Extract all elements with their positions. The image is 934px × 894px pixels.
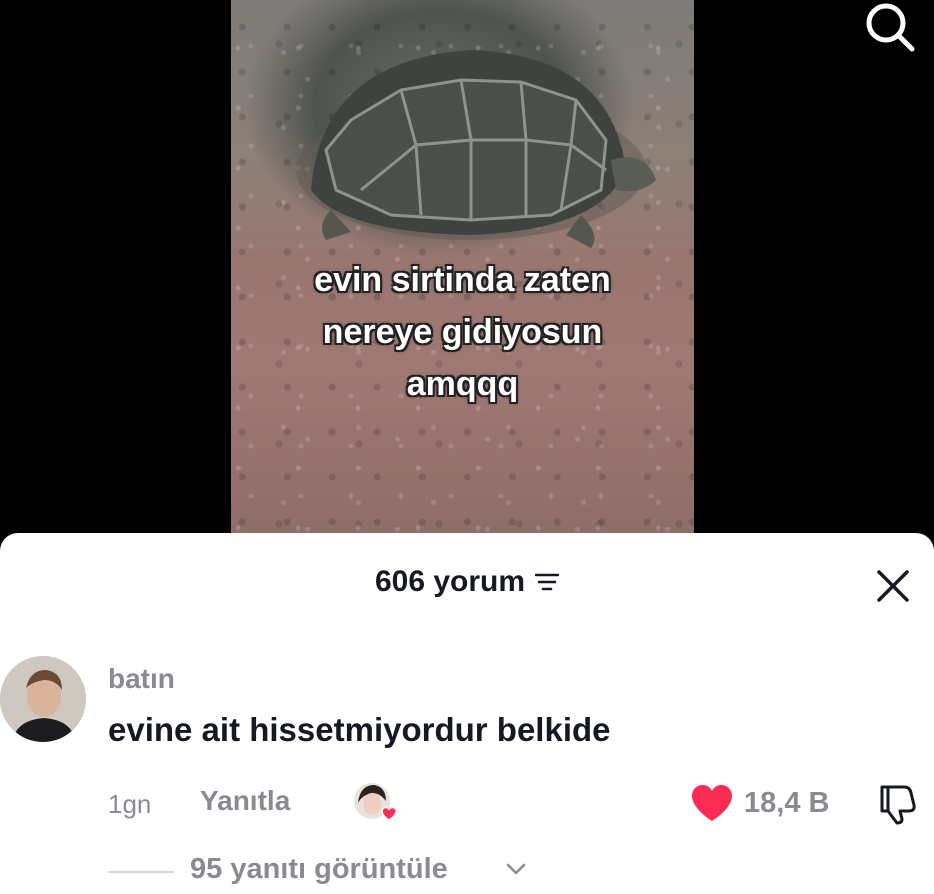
comment-text: evine ait hissetmiyordur belkide	[108, 711, 611, 748]
turtle-image	[296, 50, 656, 248]
video-frame[interactable]: evin sirtinda zaten nereye gidiyosun amq…	[231, 0, 694, 533]
heart-icon	[692, 785, 732, 821]
video-player[interactable]: evin sirtinda zaten nereye gidiyosun amq…	[0, 0, 934, 533]
like-button[interactable]: 18,4 B	[690, 783, 829, 823]
comment-count: 606 yorum	[374, 565, 526, 598]
comment-time: 1gn	[108, 789, 152, 819]
comment-username[interactable]: batın	[108, 663, 175, 695]
caption-line: amqqq	[406, 365, 519, 403]
chevron-down-icon	[506, 863, 526, 875]
close-icon[interactable]	[874, 567, 912, 605]
dislike-icon[interactable]	[874, 781, 918, 825]
comment-actions: 1gn Yanıtla 18,4 B	[0, 781, 934, 825]
replies-divider	[108, 871, 174, 873]
caption-line: nereye gidiyosun	[322, 313, 603, 351]
caption-line: evin sirtinda zaten	[314, 261, 611, 299]
avatar-image	[0, 656, 86, 742]
reply-button[interactable]: Yanıtla	[200, 785, 290, 817]
sort-icon	[535, 573, 560, 591]
view-replies-row[interactable]: 95 yanıtı görüntüle	[0, 851, 934, 891]
comments-header: 606 yorum	[0, 565, 934, 605]
view-replies-button[interactable]: 95 yanıtı görüntüle	[190, 853, 448, 886]
avatar[interactable]	[0, 656, 86, 742]
search-icon[interactable]	[858, 0, 922, 56]
creator-liked-badge	[354, 783, 397, 821]
like-count: 18,4 B	[744, 786, 830, 819]
comment-count-sort[interactable]: 606 yorum	[374, 565, 560, 599]
video-caption: evin sirtinda zaten nereye gidiyosun amq…	[231, 254, 694, 410]
comments-sheet: 606 yorum batın evine ait hissetmiyordur…	[0, 533, 934, 894]
